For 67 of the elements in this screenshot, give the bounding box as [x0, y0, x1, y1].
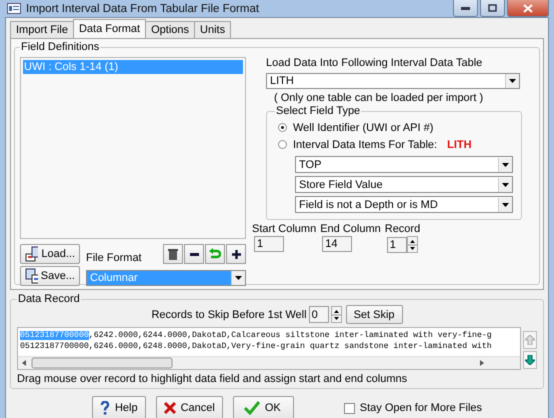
radio-option[interactable]: Well Identifier (UWI or API #): [278, 122, 434, 134]
down-arrow-icon: [525, 355, 535, 365]
remove-button[interactable]: [184, 244, 204, 264]
group-title: Data Record: [17, 293, 81, 305]
load-icon: [25, 246, 38, 262]
number-field[interactable]: 1: [386, 236, 407, 252]
minimize-icon: [461, 6, 470, 10]
save-button[interactable]: Save...: [20, 266, 80, 286]
cancel-button[interactable]: Cancel: [156, 396, 223, 418]
curved-arrow-icon: [209, 248, 221, 260]
maximize-icon: [488, 4, 497, 12]
horizontal-scrollbar[interactable]: [18, 356, 520, 369]
spin-buttons[interactable]: [330, 306, 342, 323]
save-icon: [25, 268, 38, 284]
question-mark-icon: [100, 401, 110, 415]
up-arrow-icon: [525, 335, 535, 345]
minus-icon: [190, 252, 198, 256]
column-label: End Column: [320, 223, 381, 235]
x-icon: [164, 402, 176, 414]
column-label: Record: [384, 223, 420, 235]
dropdown-arrow-icon: [509, 79, 516, 83]
dropdown[interactable]: Store Field Value: [295, 176, 513, 193]
add-button[interactable]: [226, 244, 246, 264]
file-format-label: File Format: [86, 252, 142, 264]
table-label: Load Data Into Following Interval Data Table: [266, 57, 484, 69]
tab[interactable]: Data Format: [72, 19, 146, 38]
trash-icon: [168, 248, 178, 260]
dropdown-arrow-icon: [502, 202, 509, 206]
checkmark-icon: [244, 401, 260, 415]
set-skip-button[interactable]: Set Skip: [346, 305, 403, 324]
hint-text: Drag mouse over record to highlight data field and assign start and end columns: [17, 373, 408, 385]
skip-label: Records to Skip Before 1st Well: [151, 308, 307, 320]
skip-field[interactable]: 0: [308, 306, 329, 323]
down-arrow-button[interactable]: [523, 351, 537, 369]
group-title: Select Field Type: [275, 105, 362, 117]
dropdown[interactable]: TOP: [295, 156, 513, 173]
dropdown-arrow-icon: [235, 276, 242, 280]
plus-icon: [232, 250, 240, 258]
load-button[interactable]: Load...: [20, 244, 80, 264]
radio-option[interactable]: Interval Data Items For Table:: [278, 138, 438, 150]
column-label: Start Column: [252, 223, 316, 235]
table-name: LITH: [447, 138, 472, 150]
number-field[interactable]: 14: [322, 236, 352, 252]
dropdown-arrow-icon: [502, 162, 509, 166]
delete-button[interactable]: [163, 244, 183, 264]
ok-button[interactable]: OK: [232, 396, 294, 418]
minimize-button[interactable]: [453, 0, 478, 17]
close-button[interactable]: [507, 0, 549, 17]
record-line: 05123187700000,6242.0000,6244.0000,DakotaD,Calcareous siltstone inter-laminated with very-fine-g: [20, 330, 493, 341]
dropdown[interactable]: Field is not a Depth or is MD: [295, 196, 513, 213]
maximize-button[interactable]: [480, 0, 505, 17]
record-text-area[interactable]: 05123187700000,6242.0000,6244.0000,DakotaD,Calcareous siltstone inter-laminated with very-fine-g 05123187700000,6246.0000,6248.0000,DakotaD,Very-fine-grain quartz sandstone inter-laminated with: [17, 327, 521, 370]
tab[interactable]: Import File: [10, 21, 74, 38]
tab[interactable]: Options: [145, 21, 196, 38]
table-dropdown[interactable]: LITH: [266, 73, 520, 89]
close-icon: [523, 4, 533, 12]
number-field[interactable]: 1: [254, 236, 284, 252]
stay-open-checkbox[interactable]: Stay Open for More Files: [344, 402, 482, 414]
window-icon: [7, 3, 21, 14]
tab[interactable]: Units: [194, 21, 232, 38]
help-button[interactable]: Help: [92, 396, 146, 418]
table-note: ( Only one table can be loaded per import ): [274, 92, 484, 104]
dropdown-arrow-icon: [502, 182, 509, 186]
window-title: Import Interval Data From Tabular File Format: [26, 2, 260, 14]
record-line: 05123187700000,6246.0000,6248.0000,DakotaD,Very-fine-grain quartz sandstone inter-laminated with: [20, 341, 493, 352]
spin-buttons[interactable]: [406, 236, 418, 253]
group-title: Field Definitions: [20, 41, 100, 53]
